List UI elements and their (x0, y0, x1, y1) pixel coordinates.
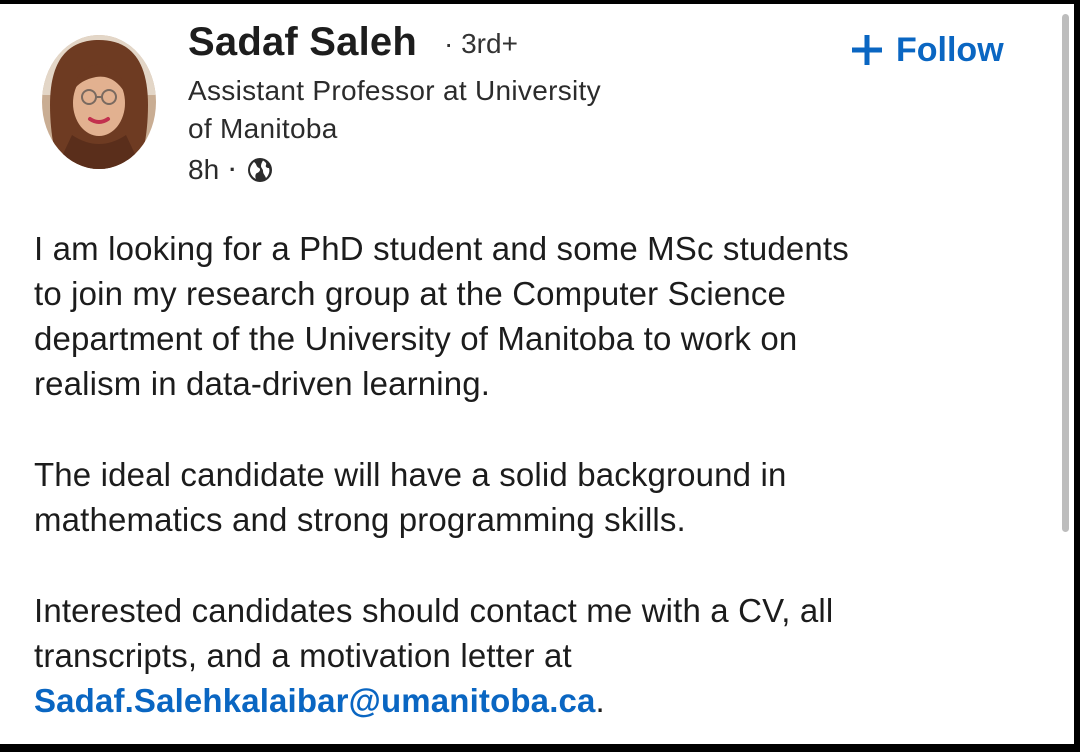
headline-line-1: Assistant Professor at University (188, 75, 601, 106)
meta-separator: · (229, 157, 237, 182)
body-line: transcripts, and a motivation letter at (34, 637, 572, 674)
author-headline: Assistant Professor at University of Man… (188, 72, 708, 148)
globe-icon (246, 156, 274, 184)
body-line: I am looking for a PhD student and some … (34, 230, 849, 267)
post-paragraph-3: Interested candidates should contact me … (34, 588, 1034, 723)
post-body: I am looking for a PhD student and some … (34, 226, 1034, 723)
scrollbar-thumb[interactable] (1062, 14, 1069, 532)
post-paragraph-1: I am looking for a PhD student and some … (34, 226, 1034, 406)
avatar[interactable] (42, 35, 156, 169)
body-line: to join my research group at the Compute… (34, 275, 787, 312)
body-line: realism in data-driven learning. (34, 365, 491, 402)
avatar-photo (42, 35, 156, 169)
post-meta: 8h · (188, 150, 274, 190)
degree-label: 3rd+ (461, 28, 518, 59)
body-line: department of the University of Manitoba… (34, 320, 798, 357)
body-line: The ideal candidate will have a solid ba… (34, 456, 787, 493)
body-line: mathematics and strong programming skill… (34, 501, 686, 538)
author-name[interactable]: Sadaf Saleh (188, 20, 417, 65)
headline-line-2: of Manitoba (188, 113, 338, 144)
email-link[interactable]: Sadaf.Salehkalaibar@umanitoba.ca (34, 682, 596, 719)
end-punctuation: . (595, 682, 605, 719)
degree-separator: · (444, 28, 454, 59)
plus-icon (850, 33, 884, 67)
post-paragraph-2: The ideal candidate will have a solid ba… (34, 452, 1034, 542)
post-time: 8h (188, 154, 220, 185)
body-line: Interested candidates should contact me … (34, 592, 834, 629)
follow-button[interactable]: Follow (850, 24, 1004, 76)
connection-degree: · 3rd+ (444, 28, 518, 60)
follow-label: Follow (896, 30, 1004, 69)
linkedin-post-card: Sadaf Saleh · 3rd+ Assistant Professor a… (0, 4, 1074, 744)
